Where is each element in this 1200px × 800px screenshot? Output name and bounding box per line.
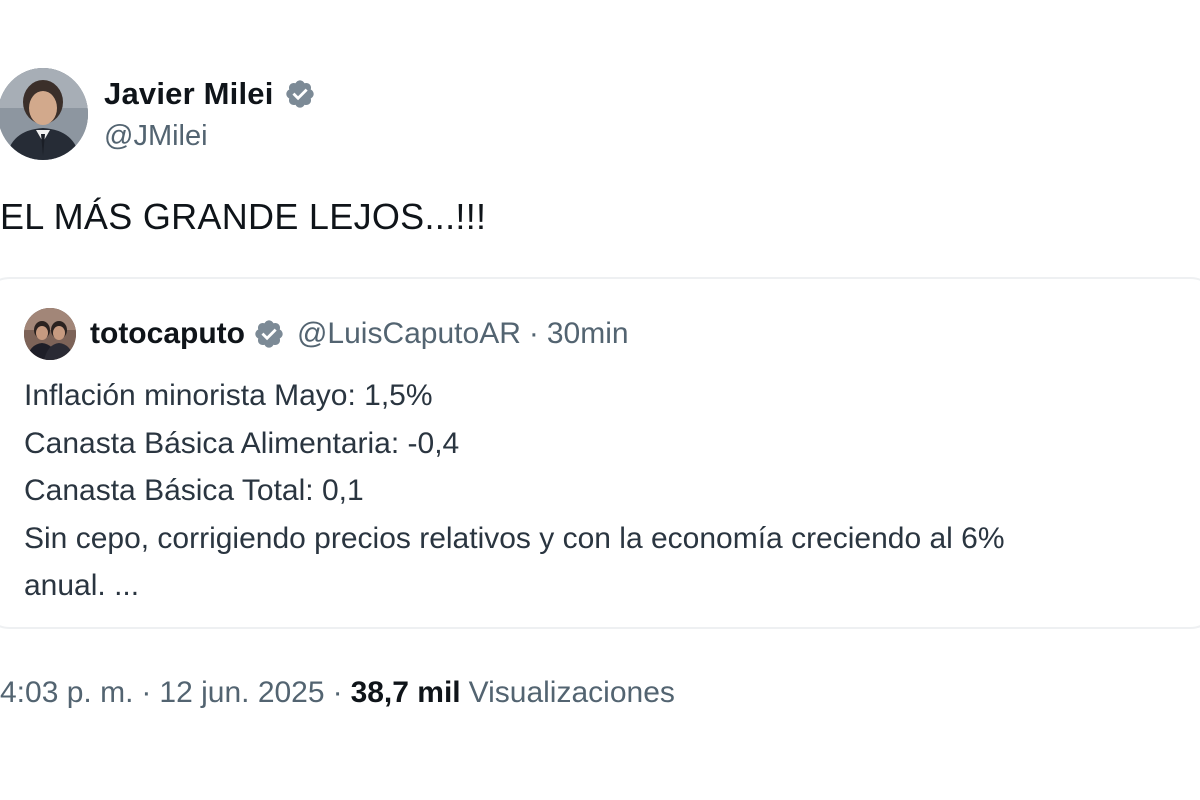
display-name-row: Javier Milei — [104, 72, 316, 116]
author-names: Javier Milei @JMilei — [104, 72, 316, 153]
quoted-line: Sin cepo, corrigiendo precios relativos … — [24, 521, 1005, 555]
quoted-separator: · — [528, 317, 539, 350]
quoted-avatar-photo-icon — [24, 308, 76, 360]
author-handle[interactable]: @JMilei — [104, 120, 316, 153]
verified-badge-icon — [284, 78, 316, 110]
author-avatar[interactable] — [0, 68, 88, 160]
quoted-line: Canasta Básica Total: 0,1 — [24, 474, 364, 507]
views-count[interactable]: 38,7 mil — [351, 676, 461, 710]
tweet-time[interactable]: 4:03 p. m. — [0, 676, 133, 710]
quoted-time[interactable]: 30min — [547, 317, 629, 351]
tweet-page: Javier Milei @JMilei EL MÁS GRANDE LEJOS… — [0, 0, 1200, 800]
tweet-meta: 4:03 p. m. · 12 jun. 2025 · 38,7 mil Vis… — [0, 676, 675, 710]
quoted-line: anual. ... — [24, 569, 140, 602]
quoted-handle[interactable]: @LuisCaputoAR — [297, 317, 521, 351]
quoted-line: Inflación minorista Mayo: 1,5% — [24, 379, 433, 412]
tweet-date[interactable]: 12 jun. 2025 — [159, 676, 324, 710]
meta-separator: · — [332, 676, 343, 709]
author-display-name[interactable]: Javier Milei — [104, 76, 274, 112]
quoted-display-name[interactable]: totocaputo — [90, 317, 245, 351]
tweet-text: EL MÁS GRANDE LEJOS...!!! — [0, 196, 487, 237]
quoted-tweet-header: totocaputo @LuisCaputoAR · 30min — [24, 306, 629, 362]
views-label: Visualizaciones — [468, 676, 675, 709]
quoted-line: Canasta Básica Alimentaria: -0,4 — [24, 426, 460, 460]
avatar-photo-icon — [0, 68, 88, 160]
quoted-author-avatar[interactable] — [24, 308, 76, 360]
quoted-tweet-body: Inflación minorista Mayo: 1,5% Canasta B… — [24, 372, 1194, 610]
meta-separator: · — [141, 676, 152, 709]
quoted-verified-badge-icon — [253, 318, 285, 350]
